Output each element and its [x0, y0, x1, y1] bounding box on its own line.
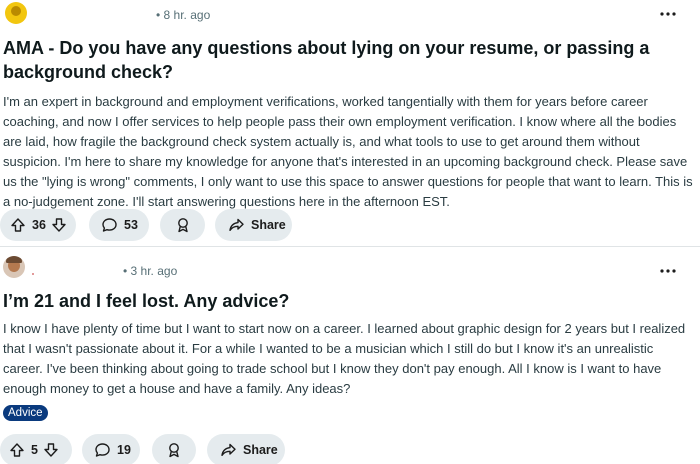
post-actions: 36 53 Share: [0, 209, 700, 241]
award-button[interactable]: [152, 434, 196, 464]
vote-control: 5: [0, 434, 72, 464]
vote-count: 5: [31, 443, 38, 457]
post-divider: [0, 246, 700, 247]
more-options-icon: [660, 269, 676, 273]
comment-icon: [95, 443, 110, 457]
award-icon: [177, 218, 188, 233]
comments-button[interactable]: 53: [89, 209, 149, 241]
comment-icon: [102, 218, 117, 232]
upvote-button[interactable]: [10, 217, 26, 233]
share-label: Share: [251, 218, 286, 232]
separator-dot: [32, 273, 34, 275]
upvote-icon: [11, 218, 25, 232]
upvote-button[interactable]: [9, 442, 25, 458]
share-icon: [221, 443, 236, 456]
more-options-icon: [660, 12, 676, 16]
more-options-button[interactable]: [654, 4, 682, 24]
downvote-button[interactable]: [51, 217, 67, 233]
share-button[interactable]: Share: [215, 209, 292, 241]
vote-count: 36: [32, 218, 46, 232]
comment-count: 53: [124, 218, 138, 232]
post-title[interactable]: I’m 21 and I feel lost. Any advice?: [3, 289, 693, 313]
avatar[interactable]: [3, 256, 25, 278]
share-button[interactable]: Share: [207, 434, 285, 464]
award-icon: [169, 443, 179, 458]
post-card[interactable]: • 3 hr. ago I’m 21 and I feel lost. Any …: [0, 249, 700, 464]
post-body: I'm an expert in background and employme…: [3, 94, 693, 209]
avatar[interactable]: [5, 2, 27, 24]
post-meta: • 3 hr. ago: [0, 253, 700, 283]
vote-control: 36: [0, 209, 76, 241]
post-body: I know I have plenty of time but I want …: [3, 321, 686, 396]
downvote-icon: [44, 443, 58, 457]
post-meta: • 8 hr. ago: [0, 0, 700, 30]
more-options-button[interactable]: [654, 261, 682, 281]
comments-button[interactable]: 19: [82, 434, 140, 464]
post-timestamp: • 3 hr. ago: [123, 264, 178, 278]
share-icon: [229, 218, 244, 231]
upvote-icon: [10, 443, 24, 457]
comment-count: 19: [117, 443, 131, 457]
post-flair[interactable]: Advice: [3, 405, 48, 421]
award-button[interactable]: [160, 209, 205, 241]
downvote-icon: [52, 218, 66, 232]
post-card[interactable]: • 8 hr. ago AMA - Do you have any questi…: [0, 0, 700, 246]
downvote-button[interactable]: [43, 442, 59, 458]
post-actions: 5 19 Share: [0, 434, 700, 464]
feed: • 8 hr. ago AMA - Do you have any questi…: [0, 0, 700, 464]
share-label: Share: [243, 443, 278, 457]
post-timestamp: • 8 hr. ago: [156, 8, 211, 22]
post-title[interactable]: AMA - Do you have any questions about ly…: [3, 36, 693, 84]
